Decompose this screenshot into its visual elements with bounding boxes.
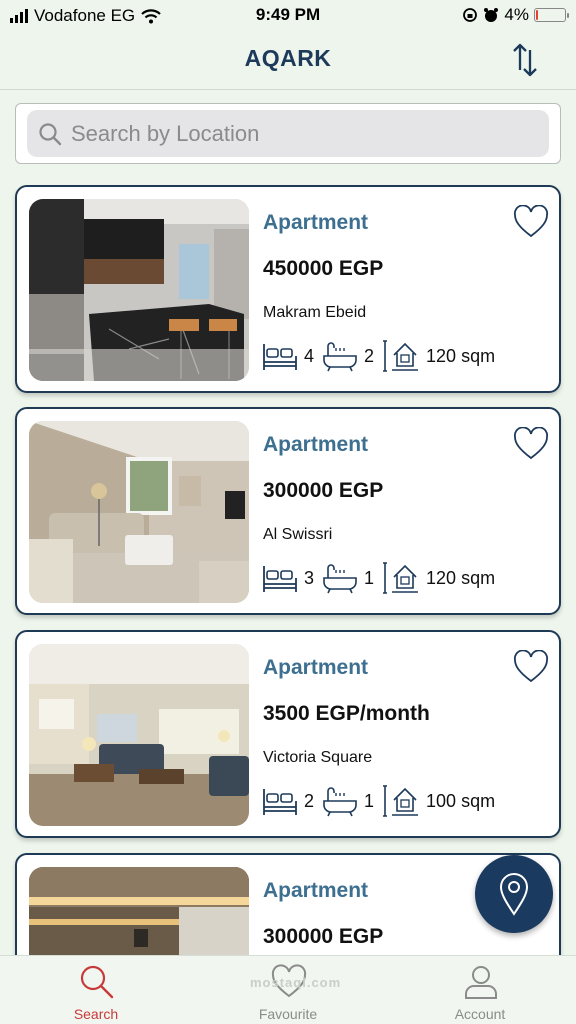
sort-arrows-icon: [513, 43, 537, 77]
listing-features: 2 1 100 sqm: [262, 784, 495, 818]
tab-favourite[interactable]: Favourite: [192, 956, 384, 1024]
tab-label: Search: [73, 1006, 119, 1022]
listing-type: Apartment: [263, 433, 369, 456]
app-header: AQARK: [0, 32, 576, 90]
listing-area: 120 sqm: [426, 567, 496, 588]
bathroom-count: 2: [364, 345, 375, 366]
favourite-button[interactable]: [513, 426, 549, 461]
tab-label: Favourite: [258, 1006, 318, 1022]
search-input[interactable]: Search by Location: [27, 110, 549, 157]
sort-button[interactable]: [510, 40, 540, 80]
area-house-icon: [383, 340, 419, 372]
battery-icon: [534, 8, 569, 22]
listing-area: 120 sqm: [426, 345, 496, 366]
favourite-button[interactable]: [513, 649, 549, 684]
map-pin-icon: [499, 873, 529, 916]
search-icon: [80, 965, 114, 999]
heart-icon: [514, 426, 548, 460]
bathroom-count: 1: [364, 790, 375, 811]
battery-level: [536, 10, 538, 20]
heart-icon: [514, 204, 548, 238]
area-house-icon: [383, 785, 419, 817]
watermark: mostaql.com: [250, 975, 342, 990]
listing-price: 3500 EGP/month: [263, 702, 430, 725]
tab-account[interactable]: Account: [384, 956, 576, 1024]
bedroom-count: 2: [304, 790, 315, 811]
bed-icon: [263, 344, 297, 370]
search-placeholder: Search by Location: [71, 120, 260, 146]
user-icon: [465, 966, 497, 999]
listing-features: 3 1 120 sqm: [262, 561, 495, 595]
listing-type: Apartment: [263, 879, 369, 902]
map-view-button[interactable]: [475, 855, 553, 933]
bathtub-icon: [323, 787, 357, 817]
listing-card[interactable]: Apartment 3500 EGP/month Victoria Square…: [15, 630, 561, 838]
tab-search[interactable]: Search: [0, 956, 192, 1024]
search-bar: Search by Location: [15, 103, 561, 164]
favourite-button[interactable]: [513, 204, 549, 239]
listing-features: 4 2 120 sqm: [262, 339, 495, 373]
bathtub-icon: [323, 342, 357, 372]
bed-icon: [263, 789, 297, 815]
bathroom-count: 1: [364, 567, 375, 588]
listing-location: Al Swissri: [263, 526, 333, 543]
listing-photo-lounge: [29, 644, 249, 826]
listing-location: Victoria Square: [263, 749, 373, 766]
bed-icon: [263, 566, 297, 592]
listing-type: Apartment: [263, 656, 369, 679]
tab-label: Account: [454, 1006, 506, 1022]
listing-price: 300000 EGP: [263, 925, 384, 948]
listing-area: 100 sqm: [426, 790, 496, 811]
bedroom-count: 4: [304, 345, 315, 366]
listing-location: Makram Ebeid: [263, 304, 367, 321]
alarm-icon: [484, 8, 499, 22]
listing-photo-kitchen: [29, 199, 249, 381]
app-title: AQARK: [244, 45, 332, 71]
listing-card[interactable]: Apartment 450000 EGP Makram Ebeid 4 2 12…: [15, 185, 561, 393]
search-icon: [39, 122, 62, 145]
bathtub-icon: [323, 564, 357, 594]
bedroom-count: 3: [304, 567, 315, 588]
listing-photo-living-room: [29, 421, 249, 603]
rotation-lock-icon: [463, 8, 478, 22]
status-right: 4%: [462, 5, 569, 25]
status-bar: Vodafone EG 9:49 PM 4%: [0, 0, 576, 32]
heart-icon: [514, 649, 548, 683]
listing-list: Apartment 450000 EGP Makram Ebeid 4 2 12…: [0, 185, 576, 955]
listing-card[interactable]: Apartment 300000 EGP Al Swissri 3 1 120 …: [15, 407, 561, 615]
battery-percent: 4%: [504, 5, 529, 24]
area-house-icon: [383, 562, 419, 594]
listing-photo-bedroom: [29, 867, 249, 955]
listing-type: Apartment: [263, 211, 369, 234]
listing-price: 300000 EGP: [263, 479, 384, 502]
listing-price: 450000 EGP: [263, 257, 384, 280]
